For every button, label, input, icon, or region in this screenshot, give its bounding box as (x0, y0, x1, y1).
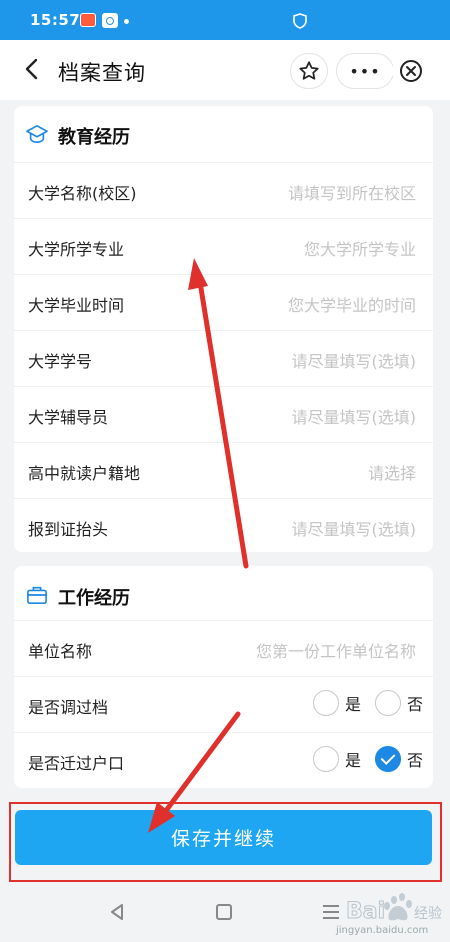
more-options-button[interactable]: ••• (336, 53, 394, 89)
radio-yes[interactable] (312, 746, 339, 772)
field-label: 高中就读户籍地 (28, 464, 141, 483)
field-student-id[interactable]: 大学学号 请尽量填写(选填) (14, 330, 433, 386)
radio-no[interactable] (374, 690, 401, 716)
field-label: 报到证抬头 (28, 520, 109, 539)
more-icon: ••• (349, 61, 381, 81)
star-icon (299, 61, 319, 80)
system-back-icon[interactable] (108, 902, 126, 922)
field-label: 是否迁过户口 (28, 754, 125, 773)
field-label: 是否调过档 (28, 698, 109, 717)
watermark-url: jingyan.baidu.com (336, 925, 429, 936)
radio-yes-label[interactable]: 是 (345, 691, 361, 715)
close-button[interactable] (392, 53, 430, 89)
field-input[interactable]: 请尽量填写(选填) (292, 516, 417, 540)
radio-no-label[interactable]: 否 (407, 747, 423, 771)
graduation-cap-icon (26, 125, 48, 144)
navigation-bar: 档案查询 ••• (0, 40, 450, 100)
field-label: 单位名称 (28, 642, 93, 661)
notification-camera-icon (102, 13, 118, 28)
field-input[interactable]: 您大学毕业的时间 (288, 292, 416, 316)
notification-dot-icon (124, 19, 129, 24)
work-header: 工作经历 (14, 566, 433, 620)
shield-icon (293, 13, 307, 29)
field-input[interactable]: 您第一份工作单位名称 (256, 638, 416, 662)
work-card: 工作经历 单位名称 您第一份工作单位名称 是否调过档 是 否 是否迁过户口 是 … (14, 566, 433, 788)
field-company-name[interactable]: 单位名称 您第一份工作单位名称 (14, 620, 433, 676)
radio-no-checked[interactable] (374, 746, 401, 772)
field-input[interactable]: 请填写到所在校区 (288, 180, 416, 204)
field-input[interactable]: 请尽量填写(选填) (292, 404, 417, 428)
education-header: 教育经历 (14, 106, 433, 162)
system-home-icon[interactable] (216, 904, 232, 920)
status-time: 15:57 (30, 11, 81, 29)
field-graduation-time[interactable]: 大学毕业时间 您大学毕业的时间 (14, 274, 433, 330)
field-select[interactable]: 请选择 (368, 460, 416, 484)
field-file-transferred: 是否调过档 是 否 (14, 676, 433, 732)
field-university-name[interactable]: 大学名称(校区) 请填写到所在校区 (14, 162, 433, 218)
field-counselor[interactable]: 大学辅导员 请尽量填写(选填) (14, 386, 433, 442)
field-report-certificate[interactable]: 报到证抬头 请尽量填写(选填) (14, 498, 433, 554)
back-arrow-icon[interactable] (18, 55, 46, 83)
radio-group: 是 否 (312, 746, 423, 772)
radio-no-label[interactable]: 否 (407, 691, 423, 715)
field-label: 大学所学专业 (28, 240, 125, 259)
field-label: 大学名称(校区) (28, 184, 137, 203)
field-input[interactable]: 您大学所学专业 (304, 236, 416, 260)
save-and-continue-button[interactable]: 保存并继续 (15, 810, 432, 865)
system-menu-icon[interactable] (322, 904, 340, 920)
page-title: 档案查询 (58, 61, 146, 85)
favorite-button[interactable] (290, 53, 328, 89)
close-circle-icon (400, 60, 422, 82)
radio-yes[interactable] (312, 690, 339, 716)
work-title: 工作经历 (58, 588, 130, 609)
field-label: 大学学号 (28, 352, 93, 371)
notification-app-icon (80, 13, 96, 27)
education-title: 教育经历 (58, 127, 130, 148)
radio-yes-label[interactable]: 是 (345, 747, 361, 771)
status-bar: 15:57 (0, 0, 450, 40)
briefcase-icon (27, 586, 47, 604)
field-major[interactable]: 大学所学专业 您大学所学专业 (14, 218, 433, 274)
field-hukou-moved: 是否迁过户口 是 否 (14, 732, 433, 788)
radio-group: 是 否 (312, 690, 423, 716)
field-label: 大学辅导员 (28, 408, 109, 427)
field-highschool-hukou[interactable]: 高中就读户籍地 请选择 (14, 442, 433, 498)
field-input[interactable]: 请尽量填写(选填) (292, 348, 417, 372)
education-card: 教育经历 大学名称(校区) 请填写到所在校区 大学所学专业 您大学所学专业 大学… (14, 106, 433, 552)
field-label: 大学毕业时间 (28, 296, 125, 315)
